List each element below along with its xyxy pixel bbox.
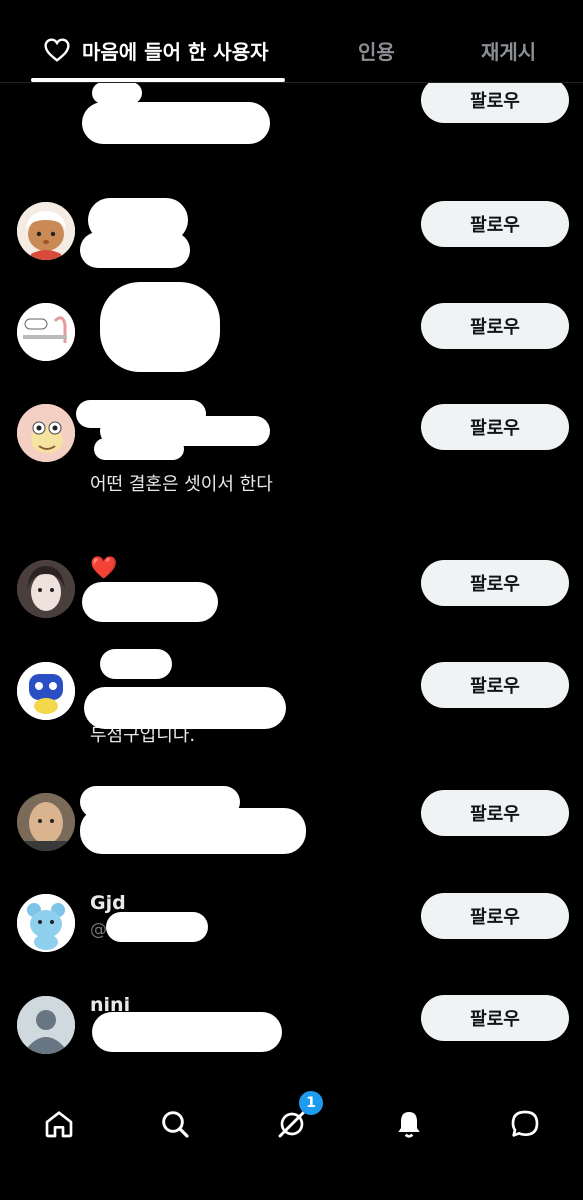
follow-button[interactable]: 팔로우 <box>421 201 569 247</box>
redaction-mark <box>106 912 208 942</box>
heart-icon <box>44 38 70 62</box>
redaction-mark <box>100 282 220 372</box>
follow-button[interactable]: 팔로우 <box>421 560 569 606</box>
nav-messages[interactable] <box>497 1096 553 1152</box>
avatar-image <box>17 793 75 851</box>
follow-button[interactable]: 팔로우 <box>421 662 569 708</box>
user-name: ❤️ <box>90 556 118 581</box>
search-icon <box>162 1111 189 1138</box>
redaction-mark <box>100 649 172 679</box>
user-bio: 어떤 결혼은 셋이서 한다 <box>90 474 273 495</box>
notification-badge: 1 <box>299 1091 323 1115</box>
list-item[interactable]: ❤️ 팔로우 <box>0 534 583 634</box>
redaction-mark <box>92 82 142 104</box>
redaction-mark <box>82 582 218 622</box>
avatar[interactable] <box>17 793 75 851</box>
tab-quotes[interactable]: 인용 <box>358 30 395 70</box>
avatar[interactable] <box>17 894 75 952</box>
avatar-image <box>17 202 75 260</box>
list-item[interactable]: 두점구입니다. 팔로우 <box>0 637 583 767</box>
list-item[interactable]: 팔로우 <box>0 782 583 882</box>
tab-reposts[interactable]: 재게시 <box>481 30 536 70</box>
avatar-image <box>17 894 75 952</box>
tab-reposts-label: 재게시 <box>481 39 537 64</box>
avatar-image <box>17 662 75 720</box>
follow-button[interactable]: 팔로우 <box>421 303 569 349</box>
avatar[interactable] <box>17 662 75 720</box>
follow-button[interactable]: 팔로우 <box>421 404 569 450</box>
list-item[interactable]: 어떤 결혼은 셋이서 한다 팔로우 <box>0 382 583 532</box>
nav-notifications[interactable] <box>381 1096 437 1152</box>
follow-button[interactable]: 팔로우 <box>421 893 569 939</box>
user-handle: @ <box>90 920 107 940</box>
redaction-mark <box>92 1012 282 1052</box>
tab-bar: 마음에 들어 한 사용자 인용 재게시 <box>0 0 583 83</box>
redaction-mark <box>84 687 286 729</box>
follow-button[interactable]: 팔로우 <box>421 995 569 1041</box>
list-item[interactable]: 팔로우 <box>0 82 583 162</box>
nav-home[interactable] <box>31 1096 87 1152</box>
avatar-image <box>17 404 75 462</box>
avatar[interactable] <box>17 202 75 260</box>
tab-liked-by[interactable]: 마음에 들어 한 사용자 <box>44 30 269 70</box>
default-avatar-icon <box>17 996 75 1054</box>
list-item[interactable]: 팔로우 <box>0 182 583 282</box>
avatar[interactable] <box>17 303 75 361</box>
nav-search[interactable] <box>147 1096 203 1152</box>
avatar-image <box>17 560 75 618</box>
user-list: 팔로우 팔로우 팔로우 어떤 결혼은 셋이서 한다 팔로우 ❤️ 팔로우 두점구… <box>0 82 583 1082</box>
avatar[interactable] <box>17 404 75 462</box>
follow-button[interactable]: 팔로우 <box>421 790 569 836</box>
redaction-mark <box>80 232 190 268</box>
follow-button[interactable]: 팔로우 <box>421 82 569 123</box>
home-icon <box>45 1111 73 1138</box>
redaction-mark <box>80 808 306 854</box>
bottom-nav <box>0 1082 583 1200</box>
tab-quotes-label: 인용 <box>358 39 395 64</box>
redaction-mark <box>94 438 184 460</box>
avatar[interactable] <box>17 560 75 618</box>
active-tab-indicator <box>31 78 285 82</box>
list-item[interactable]: nini 팔로우 <box>0 984 583 1082</box>
avatar[interactable] <box>17 996 75 1054</box>
redaction-mark <box>82 102 270 144</box>
avatar-image <box>17 303 75 361</box>
messages-icon <box>511 1110 539 1137</box>
list-item[interactable]: 팔로우 <box>0 282 583 382</box>
tab-liked-by-label: 마음에 들어 한 사용자 <box>82 39 269 64</box>
list-item[interactable]: Gjd @ 팔로우 <box>0 882 583 982</box>
notifications-icon <box>398 1112 420 1138</box>
user-name: Gjd <box>90 892 126 914</box>
